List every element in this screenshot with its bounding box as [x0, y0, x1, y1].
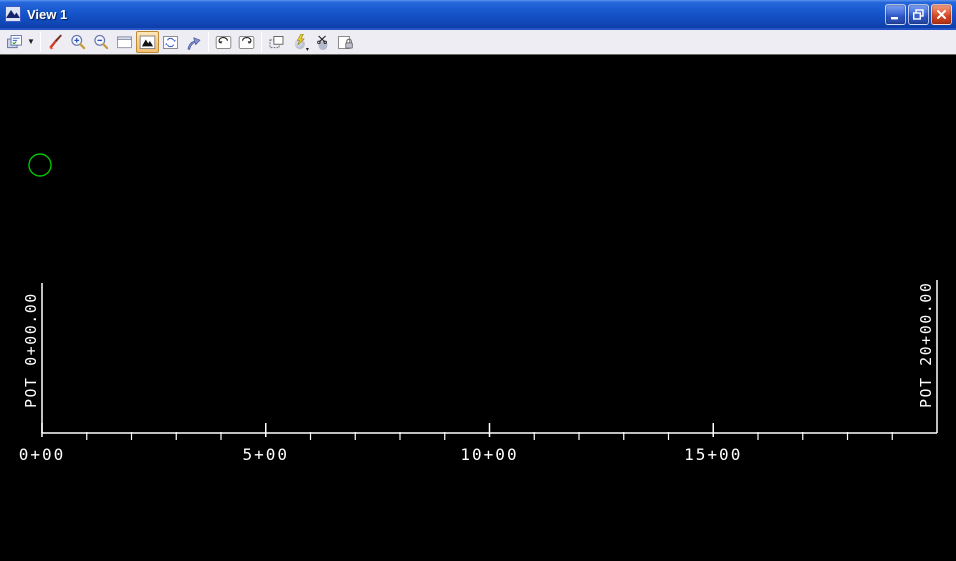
view-next-icon — [237, 33, 256, 52]
rotate-view-icon — [161, 33, 180, 52]
view-attributes-button[interactable]: ▼ — [3, 31, 37, 53]
update-view-button[interactable] — [44, 31, 67, 53]
toolbar-separator — [207, 32, 209, 52]
minimize-button[interactable] — [885, 3, 906, 25]
locked-view-icon — [336, 33, 355, 52]
zoom-out-icon — [92, 33, 111, 52]
clip-mask-icon — [313, 33, 332, 52]
pan-view-button[interactable] — [182, 31, 205, 53]
locked-view-button[interactable] — [334, 31, 357, 53]
window-area-icon — [115, 33, 134, 52]
zoom-in-button[interactable] — [67, 31, 90, 53]
zoom-out-button[interactable] — [90, 31, 113, 53]
station-label: 5+00 — [242, 445, 289, 464]
station-label: 0+00 — [19, 445, 66, 464]
view-window: View 1 ▼ ▾ 0+00 5+00 10+00 15+00 POT 0+00.00 P… — [0, 0, 956, 561]
copy-view-button[interactable] — [265, 31, 288, 53]
profile-drawing: 0+00 5+00 10+00 15+00 POT 0+00.00 POT 20+00.0… — [19, 153, 938, 464]
station-label: 15+00 — [684, 445, 742, 464]
view-next-button[interactable] — [235, 31, 258, 53]
rotate-view-button[interactable] — [159, 31, 182, 53]
station-label: 10+00 — [460, 445, 518, 464]
window-title: View 1 — [27, 6, 68, 22]
window-area-button[interactable] — [113, 31, 136, 53]
zoom-in-icon — [69, 33, 88, 52]
view-attributes-icon — [5, 33, 24, 52]
left-station-label: POT 0+00.00 — [22, 292, 40, 408]
pan-view-icon — [184, 33, 203, 52]
view-previous-icon — [214, 33, 233, 52]
restore-button[interactable] — [908, 3, 929, 25]
toolbar-separator — [39, 32, 41, 52]
view-toolbar: ▼ ▾ — [0, 28, 956, 55]
titlebar[interactable]: View 1 — [0, 0, 956, 28]
drawing-canvas[interactable]: 0+00 5+00 10+00 15+00 POT 0+00.00 POT 20+00.0… — [0, 55, 956, 561]
clip-mask-button[interactable] — [311, 31, 334, 53]
dropdown-arrow-icon: ▾ — [305, 47, 309, 53]
window-controls — [885, 3, 952, 25]
microstation-view-icon — [5, 6, 21, 22]
view-previous-button[interactable] — [212, 31, 235, 53]
clip-volume-button[interactable]: ▾ — [288, 31, 311, 53]
copy-view-icon — [267, 33, 286, 52]
circle-element — [28, 153, 52, 177]
toolbar-separator — [260, 32, 262, 52]
update-view-icon — [46, 33, 65, 52]
right-station-label: POT 20+00.00 — [917, 282, 935, 408]
fit-view-button[interactable] — [135, 31, 159, 53]
close-button[interactable] — [931, 3, 952, 25]
dropdown-arrow-icon: ▼ — [27, 37, 35, 46]
fit-view-icon — [138, 33, 157, 52]
